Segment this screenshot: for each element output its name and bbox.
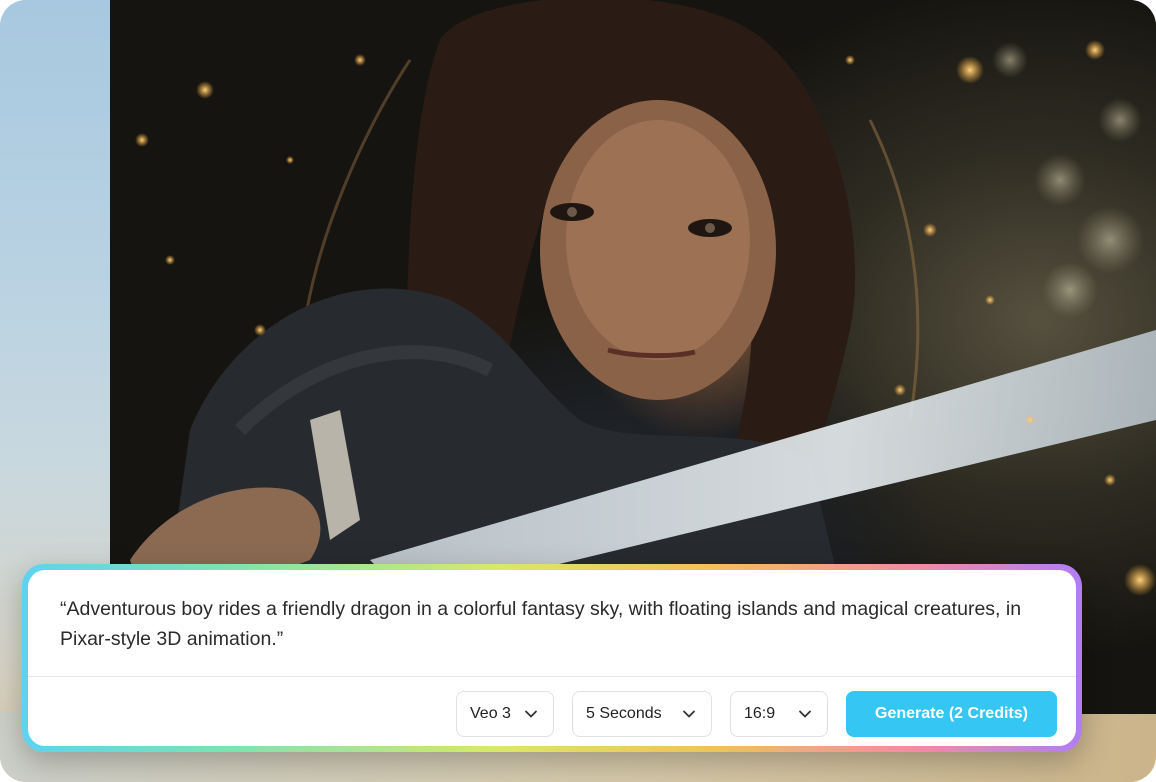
chevron-down-icon xyxy=(799,710,811,718)
prompt-panel-border: “Adventurous boy rides a friendly dragon… xyxy=(22,564,1082,752)
chevron-down-icon xyxy=(683,710,695,718)
aspect-ratio-select-value: 16:9 xyxy=(744,705,776,722)
duration-select-value: 5 Seconds xyxy=(586,705,662,722)
chevron-down-icon xyxy=(525,710,537,718)
prompt-text[interactable]: “Adventurous boy rides a friendly dragon… xyxy=(60,594,1040,654)
duration-select[interactable]: 5 Seconds xyxy=(572,691,712,737)
model-select-value: Veo 3 xyxy=(470,705,511,722)
panel-divider xyxy=(28,676,1076,677)
prompt-panel: “Adventurous boy rides a friendly dragon… xyxy=(28,570,1076,746)
generate-button[interactable]: Generate (2 Credits) xyxy=(846,691,1057,737)
model-select[interactable]: Veo 3 xyxy=(456,691,554,737)
aspect-ratio-select[interactable]: 16:9 xyxy=(730,691,828,737)
app-frame: “Adventurous boy rides a friendly dragon… xyxy=(0,0,1156,782)
